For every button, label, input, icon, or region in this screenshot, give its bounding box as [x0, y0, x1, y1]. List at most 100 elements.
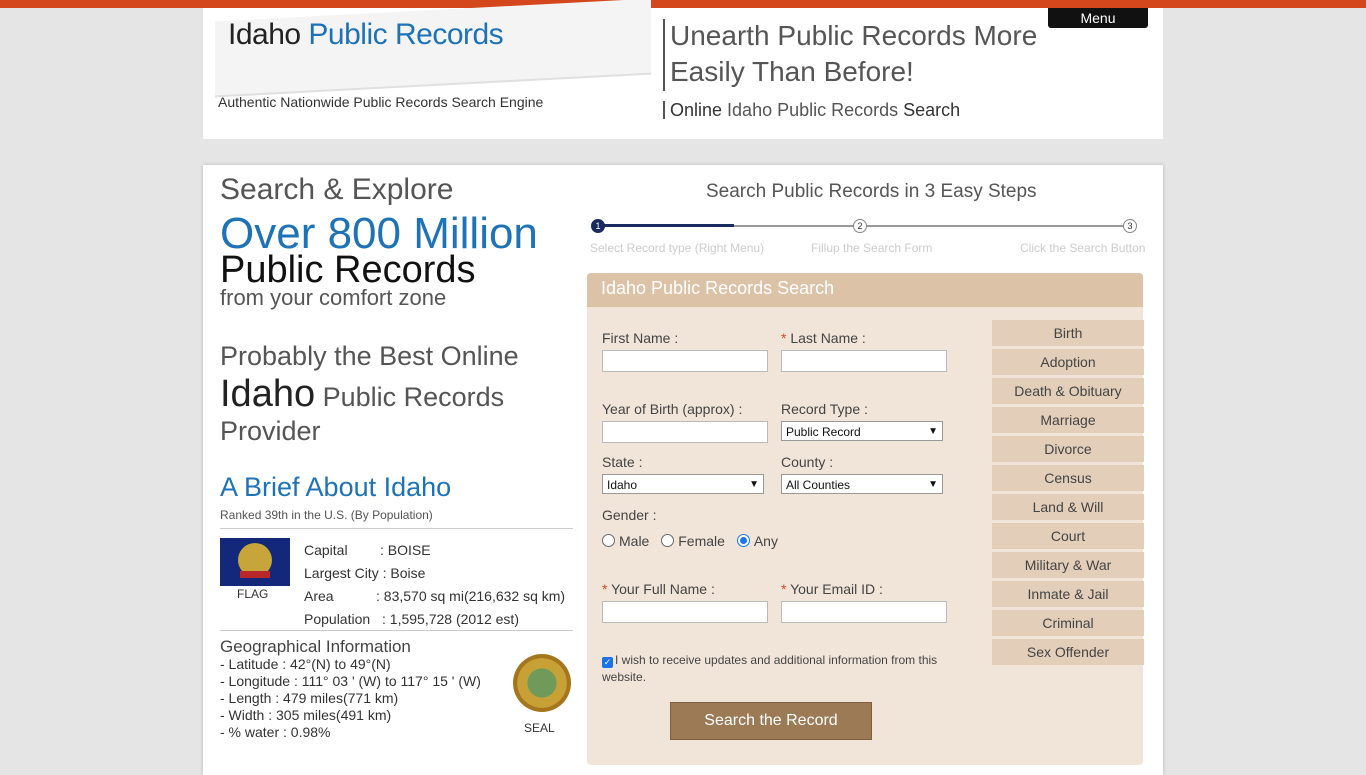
- fact-key: Population: [304, 611, 371, 627]
- divider: [663, 101, 665, 119]
- comfort-subheading: from your comfort zone: [220, 285, 447, 310]
- gender-female-label: Female: [678, 533, 725, 549]
- email-label-text: Your Email ID :: [786, 581, 883, 597]
- site-header: Idaho Public Records Authentic Nationwid…: [203, 0, 1163, 139]
- record-type-criminal[interactable]: Criminal: [992, 610, 1144, 636]
- provider-line-1: Probably the Best Online: [220, 341, 519, 371]
- chevron-down-icon: ▼: [928, 479, 938, 490]
- consent-checkbox[interactable]: ✓: [602, 657, 613, 668]
- geo-item: - Longitude : 111° 03 ' (W) to 117° 15 '…: [220, 673, 481, 689]
- record-type-adoption[interactable]: Adoption: [992, 349, 1144, 375]
- consent-text: I wish to receive updates and additional…: [602, 653, 938, 684]
- site-logo[interactable]: Idaho Public Records: [228, 18, 504, 52]
- geo-info-list: - Latitude : 42°(N) to 49°(N) - Longitud…: [220, 656, 481, 741]
- idaho-seal-image: [513, 654, 571, 712]
- header-headline: Unearth Public Records More Easily Than …: [670, 20, 1038, 87]
- fact-key: Capital: [304, 542, 348, 558]
- fact-row: Population : 1,595,728 (2012 est): [304, 608, 565, 631]
- header-subline: Online Idaho Public Records Search: [670, 100, 960, 121]
- steps-progress-fill: [595, 224, 734, 227]
- idaho-flag-image: [220, 538, 290, 586]
- logo-text-highlight: Public Records: [308, 18, 504, 51]
- gender-male-radio[interactable]: [602, 534, 615, 547]
- record-type-inmate-jail[interactable]: Inmate & Jail: [992, 581, 1144, 607]
- ranked-text: Ranked 39th in the U.S. (By Population): [220, 508, 433, 522]
- step-2-dot: 2: [853, 219, 867, 233]
- email-label: * Your Email ID :: [781, 581, 883, 597]
- geo-item: - Length : 479 miles(771 km): [220, 690, 399, 706]
- subline-part: Idaho Public Records: [727, 100, 899, 120]
- fact-value: : 83,570 sq mi(216,632 sq km): [376, 588, 566, 604]
- gender-female-radio[interactable]: [661, 534, 675, 547]
- fact-key: Area: [304, 588, 334, 604]
- gender-any-label: Any: [753, 533, 778, 549]
- record-type-value: Public Record: [786, 425, 861, 439]
- county-label: County :: [781, 454, 834, 470]
- geo-title: Geographical Information: [220, 637, 411, 656]
- divider: [663, 19, 665, 91]
- step-1-dot: 1: [591, 219, 605, 233]
- provider-line-2: Idaho Public Records: [220, 373, 504, 416]
- fact-value: : 1,595,728 (2012 est): [382, 611, 519, 627]
- panel-title: Idaho Public Records Search: [601, 278, 835, 298]
- record-type-birth[interactable]: Birth: [992, 320, 1144, 346]
- state-facts: Capital : BOISE Largest City : Boise Area…: [304, 539, 565, 631]
- first-name-input[interactable]: [602, 350, 768, 372]
- record-type-court[interactable]: Court: [992, 523, 1144, 549]
- record-type-menu: Birth Adoption Death & Obituary Marriage…: [992, 320, 1144, 668]
- first-name-label: First Name :: [602, 330, 679, 346]
- record-type-marriage[interactable]: Marriage: [992, 407, 1144, 433]
- subline-part: Search: [898, 100, 961, 120]
- step-3-label: Click the Search Button: [1020, 241, 1146, 255]
- seal-label: SEAL: [524, 721, 555, 735]
- year-of-birth-label: Year of Birth (approx) :: [602, 401, 743, 417]
- gender-male-label: Male: [619, 533, 650, 549]
- email-input[interactable]: [781, 601, 947, 623]
- divider: [220, 528, 573, 529]
- record-type-select[interactable]: Public Record ▼: [781, 421, 943, 441]
- search-explore-heading: Search & Explore: [220, 173, 454, 206]
- record-type-land-will[interactable]: Land & Will: [992, 494, 1144, 520]
- record-type-death-obituary[interactable]: Death & Obituary: [992, 378, 1144, 404]
- record-type-label: Record Type :: [781, 401, 868, 417]
- brief-title: A Brief About Idaho: [220, 472, 452, 502]
- fact-row: Largest City : Boise: [304, 562, 565, 585]
- provider-rest: Public Records: [315, 382, 505, 412]
- menu-button[interactable]: Menu: [1048, 8, 1148, 28]
- main-content: Search & Explore Over 800 Million Public…: [203, 165, 1163, 775]
- fact-value: : Boise: [382, 565, 426, 581]
- record-type-military-war[interactable]: Military & War: [992, 552, 1144, 578]
- gender-radio-group: Male Female Any: [602, 533, 778, 549]
- last-name-label-text: Last Name :: [786, 330, 866, 346]
- site-tagline: Authentic Nationwide Public Records Sear…: [218, 94, 544, 110]
- divider: [220, 630, 573, 631]
- flag-label: FLAG: [237, 587, 269, 601]
- record-type-sex-offender[interactable]: Sex Offender: [992, 639, 1144, 665]
- step-3-dot: 3: [1123, 219, 1137, 233]
- year-of-birth-input[interactable]: [602, 421, 768, 443]
- state-label: State :: [602, 454, 643, 470]
- full-name-label-text: Your Full Name :: [607, 581, 715, 597]
- search-record-button[interactable]: Search the Record: [670, 702, 872, 740]
- consent-row: ✓ I wish to receive updates and additiona…: [602, 652, 962, 686]
- state-select[interactable]: Idaho ▼: [602, 474, 764, 494]
- record-type-divorce[interactable]: Divorce: [992, 436, 1144, 462]
- logo-text-plain: Idaho: [228, 18, 309, 51]
- fact-row: Capital : BOISE: [304, 539, 565, 562]
- fact-value: : BOISE: [380, 542, 431, 558]
- full-name-input[interactable]: [602, 601, 768, 623]
- provider-line-3: Provider: [220, 416, 321, 446]
- fact-key: Largest City: [304, 565, 379, 581]
- record-type-census[interactable]: Census: [992, 465, 1144, 491]
- top-accent-bar: [0, 0, 1366, 8]
- step-2-label: Fillup the Search Form: [811, 241, 933, 255]
- provider-state: Idaho: [220, 373, 316, 415]
- steps-title: Search Public Records in 3 Easy Steps: [706, 181, 1037, 202]
- search-form-panel: Idaho Public Records Search First Name :…: [587, 273, 1144, 765]
- subline-part: Online: [670, 100, 728, 120]
- fact-row: Area : 83,570 sq mi(216,632 sq km): [304, 585, 565, 608]
- flag-ribbon-shape: [240, 571, 270, 578]
- last-name-input[interactable]: [781, 350, 947, 372]
- county-select[interactable]: All Counties ▼: [781, 474, 943, 494]
- gender-any-radio[interactable]: [736, 534, 750, 547]
